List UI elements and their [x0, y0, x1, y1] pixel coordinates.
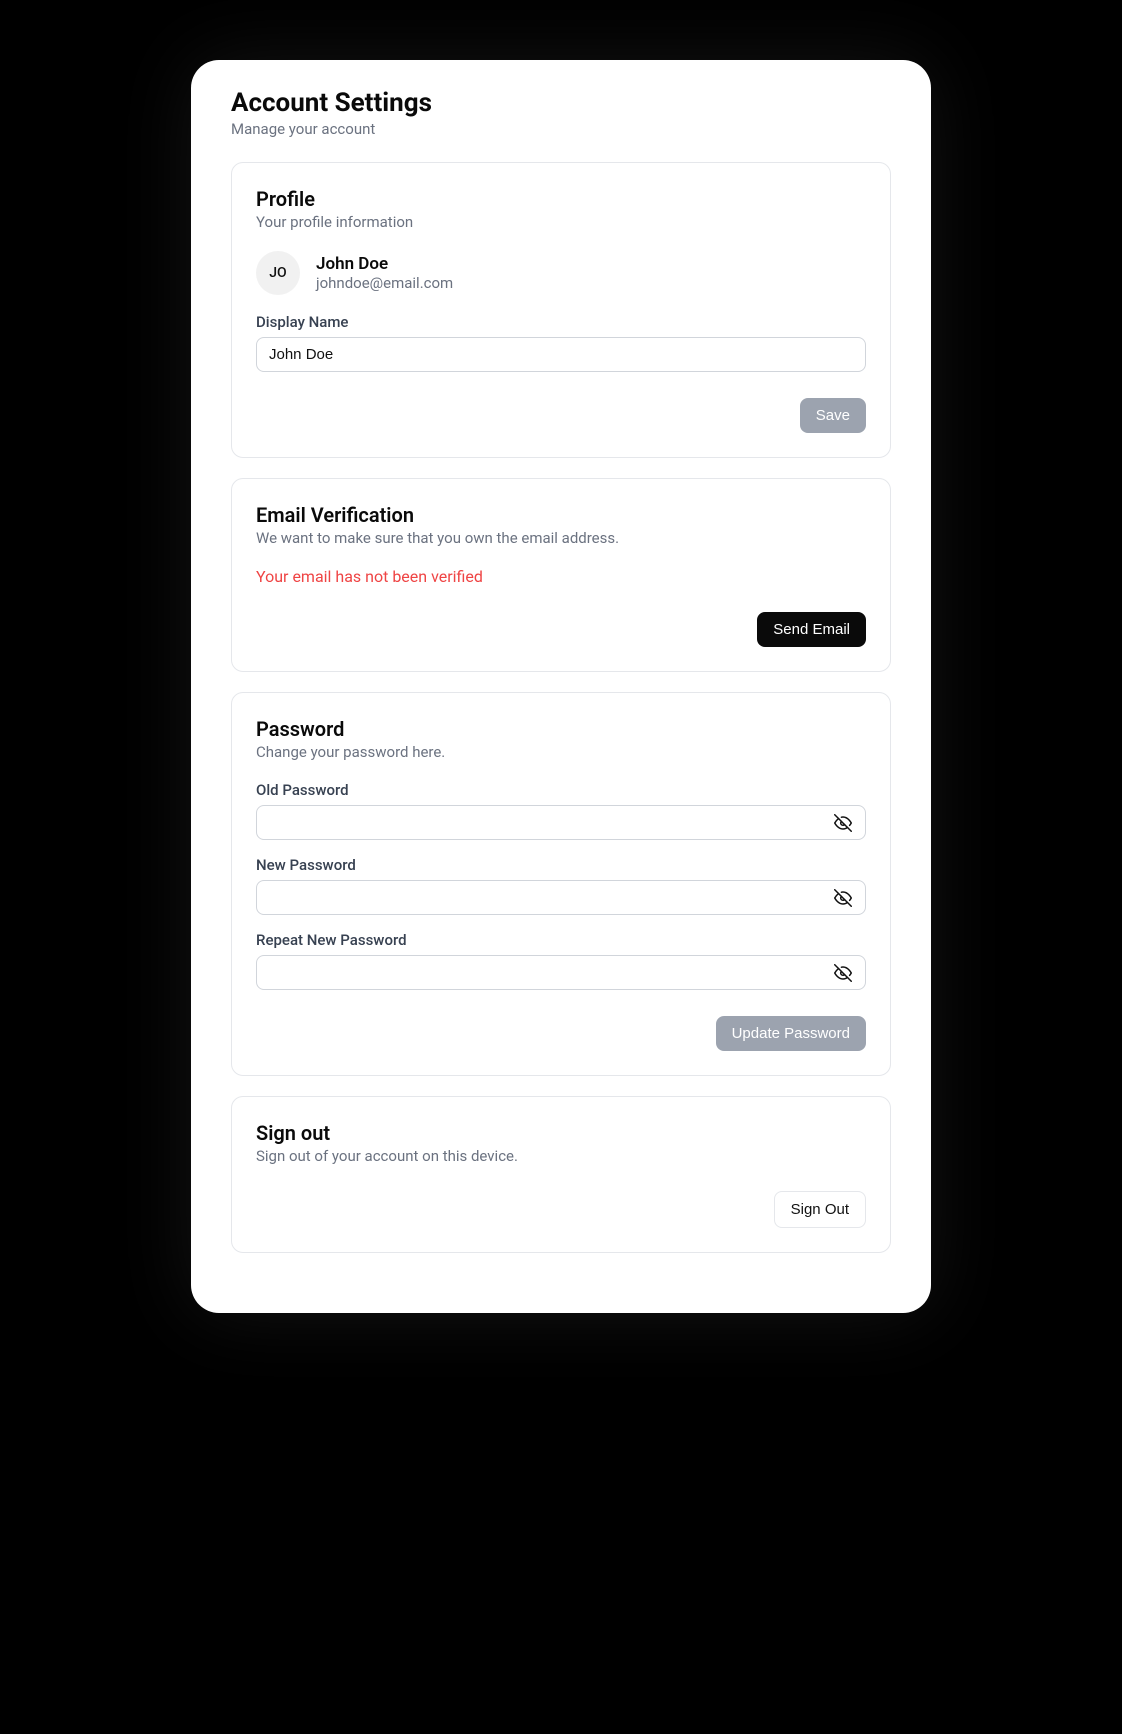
old-password-input[interactable] — [256, 805, 866, 840]
new-password-input[interactable] — [256, 880, 866, 915]
repeat-password-input[interactable] — [256, 955, 866, 990]
password-card: Password Change your password here. Old … — [231, 692, 891, 1076]
display-name-label: Display Name — [256, 313, 866, 331]
eye-off-icon — [834, 889, 852, 907]
toggle-new-password-visibility[interactable] — [830, 885, 856, 911]
update-password-button[interactable]: Update Password — [716, 1016, 866, 1051]
avatar: JO — [256, 251, 300, 295]
password-card-subtitle: Change your password here. — [256, 743, 866, 761]
signout-card-title: Sign out — [256, 1121, 866, 1145]
signout-card: Sign out Sign out of your account on thi… — [231, 1096, 891, 1253]
new-password-label: New Password — [256, 856, 866, 874]
send-email-button[interactable]: Send Email — [757, 612, 866, 647]
toggle-old-password-visibility[interactable] — [830, 810, 856, 836]
profile-card: Profile Your profile information JO John… — [231, 162, 891, 458]
old-password-label: Old Password — [256, 781, 866, 799]
signout-card-subtitle: Sign out of your account on this device. — [256, 1147, 866, 1165]
toggle-repeat-password-visibility[interactable] — [830, 960, 856, 986]
repeat-password-label: Repeat New Password — [256, 931, 866, 949]
profile-card-subtitle: Your profile information — [256, 213, 866, 231]
email-card-subtitle: We want to make sure that you own the em… — [256, 529, 866, 547]
settings-window: Account Settings Manage your account Pro… — [191, 60, 931, 1313]
email-verify-status: Your email has not been verified — [256, 567, 866, 586]
signout-button[interactable]: Sign Out — [774, 1191, 866, 1228]
profile-card-title: Profile — [256, 187, 866, 211]
profile-row: JO John Doe johndoe@email.com — [256, 251, 866, 295]
password-card-title: Password — [256, 717, 866, 741]
profile-email: johndoe@email.com — [316, 274, 453, 292]
page-title: Account Settings — [231, 88, 891, 118]
save-button[interactable]: Save — [800, 398, 866, 433]
email-verification-card: Email Verification We want to make sure … — [231, 478, 891, 672]
profile-name: John Doe — [316, 254, 453, 274]
email-card-title: Email Verification — [256, 503, 866, 527]
eye-off-icon — [834, 814, 852, 832]
display-name-input[interactable] — [256, 337, 866, 372]
eye-off-icon — [834, 964, 852, 982]
page-subtitle: Manage your account — [231, 120, 891, 138]
